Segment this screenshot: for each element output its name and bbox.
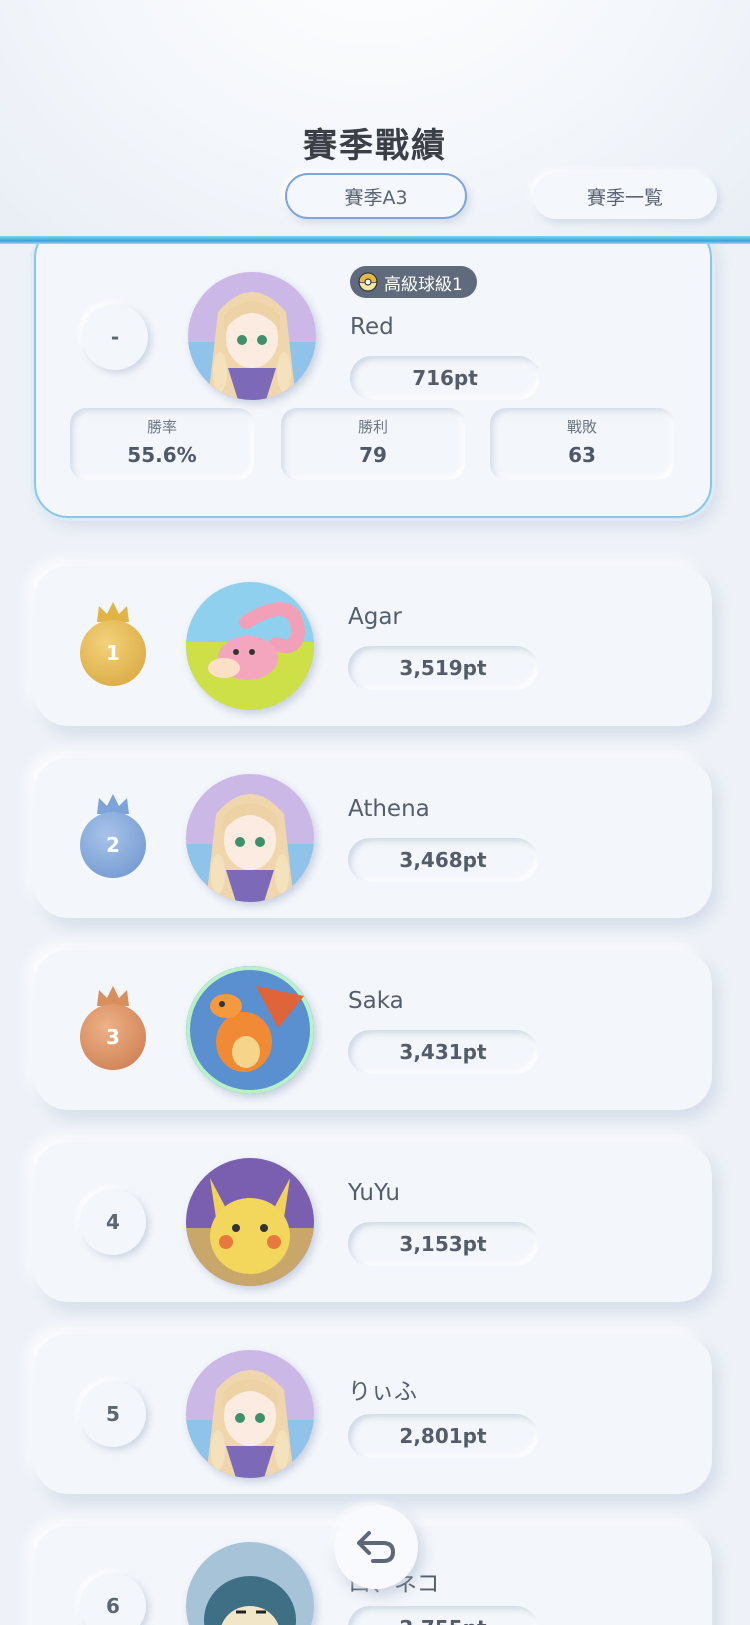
player-name: Saka xyxy=(348,988,404,1014)
girl-avatar-icon xyxy=(186,1350,314,1478)
rank-number: 3 xyxy=(80,1004,146,1070)
back-button[interactable] xyxy=(334,1505,418,1589)
stat-win-rate: 勝率 55.6% xyxy=(70,408,254,480)
my-points: 716pt xyxy=(350,356,540,400)
ranking-row[interactable]: 4 YuYu 3,153pt xyxy=(34,1142,712,1302)
ranking-row[interactable]: 3 Saka 3,431pt xyxy=(34,950,712,1110)
stat-label: 勝率 xyxy=(146,418,177,436)
my-avatar xyxy=(188,272,316,400)
header: 賽季戰績 賽季A3 賽季一覧 xyxy=(0,0,750,238)
stat-wins: 勝利 79 xyxy=(281,408,465,480)
player-name: Agar xyxy=(348,604,402,630)
player-name: りぃふ xyxy=(348,1379,417,1405)
avatar xyxy=(186,1542,314,1625)
avatar xyxy=(186,1158,314,1286)
stat-label: 戰敗 xyxy=(566,418,597,436)
player-name: YuYu xyxy=(348,1180,400,1206)
charizard-avatar-icon xyxy=(186,966,314,1094)
girl-avatar-icon xyxy=(186,774,314,902)
player-points: 2,801pt xyxy=(348,1414,538,1458)
pokeball-icon xyxy=(358,272,378,292)
player-points: 2,755pt xyxy=(348,1606,538,1625)
ranking-list[interactable]: - 高級球級1 Red 716pt 勝率 55.6% 勝利 79 戰敗 63 1… xyxy=(0,244,750,1625)
player-points: 3,431pt xyxy=(348,1030,538,1074)
ranking-row[interactable]: 5 りぃふ 2,801pt xyxy=(34,1334,712,1494)
silver-medal: 2 xyxy=(80,792,146,880)
stat-value: 63 xyxy=(568,443,596,467)
avatar xyxy=(186,774,314,902)
slowpoke-avatar-icon xyxy=(186,582,314,710)
header-divider xyxy=(0,236,750,244)
season-list-button[interactable]: 賽季一覧 xyxy=(533,173,717,219)
rank-number: 1 xyxy=(80,620,146,686)
league-label: 高級球級1 xyxy=(384,274,463,295)
stat-losses: 戰敗 63 xyxy=(490,408,674,480)
stat-label: 勝利 xyxy=(357,418,388,436)
rank-badge: 5 xyxy=(80,1381,146,1447)
player-points: 3,519pt xyxy=(348,646,538,690)
avatar xyxy=(186,966,314,1094)
my-rank-badge: - xyxy=(82,304,148,370)
ranking-row[interactable]: 2 Athena 3,468pt xyxy=(34,758,712,918)
gold-medal: 1 xyxy=(80,600,146,688)
player-name: Athena xyxy=(348,796,430,822)
bronze-medal: 3 xyxy=(80,984,146,1072)
ranking-row[interactable]: 1 Agar 3,519pt xyxy=(34,566,712,726)
my-record-card: - 高級球級1 Red 716pt 勝率 55.6% 勝利 79 戰敗 63 xyxy=(34,244,712,518)
avatar xyxy=(186,582,314,710)
stat-value: 55.6% xyxy=(127,443,197,467)
league-badge: 高級球級1 xyxy=(350,266,477,298)
avatar xyxy=(186,1350,314,1478)
rank-badge: 6 xyxy=(80,1573,146,1625)
tab-current-season[interactable]: 賽季A3 xyxy=(285,173,467,219)
rank-badge: 4 xyxy=(80,1189,146,1255)
page-title: 賽季戰績 xyxy=(303,126,447,166)
return-arrow-icon xyxy=(357,1531,396,1563)
stat-value: 79 xyxy=(359,443,387,467)
player-points: 3,153pt xyxy=(348,1222,538,1266)
rank-number: 2 xyxy=(80,812,146,878)
snorlax-avatar-icon xyxy=(186,1542,314,1625)
my-player-name: Red xyxy=(350,314,394,340)
pikachu-avatar-icon xyxy=(186,1158,314,1286)
player-points: 3,468pt xyxy=(348,838,538,882)
girl-avatar-icon xyxy=(188,272,316,400)
